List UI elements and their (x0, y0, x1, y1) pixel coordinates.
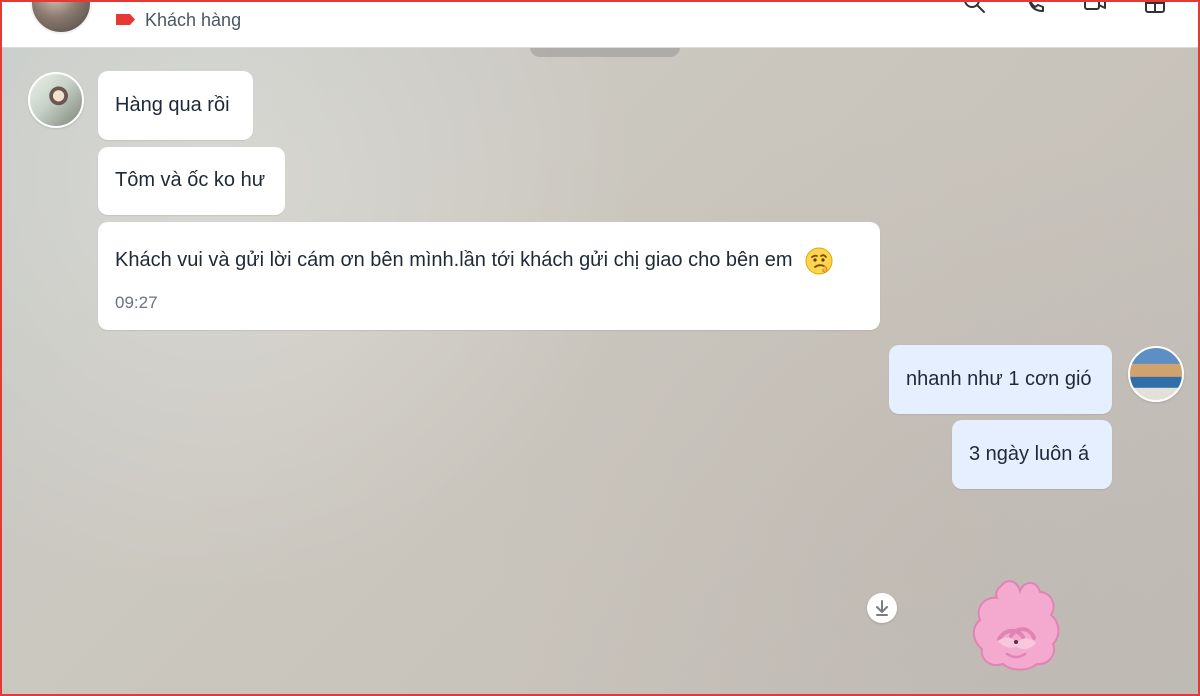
message-time: 09:27 (115, 293, 158, 312)
message-text: Tôm và ốc ko hư (115, 169, 266, 191)
incoming-message[interactable]: Tôm và ốc ko hư (98, 147, 285, 215)
message-text: 3 ngày luôn á (969, 443, 1090, 465)
call-icon[interactable] (1022, 0, 1048, 16)
chat-area[interactable]: Hàng qua rồi Tôm và ốc ko hư Khách vui v… (2, 48, 1198, 694)
customer-avatar[interactable] (28, 72, 84, 128)
message-text: Hàng qua rồi (115, 94, 230, 116)
layout-icon[interactable] (1142, 0, 1168, 16)
pink-bunny-sticker[interactable] (967, 576, 1063, 674)
contact-avatar[interactable] (30, 2, 92, 34)
header-tools (962, 0, 1168, 16)
incoming-message[interactable]: Hàng qua rồi (98, 71, 253, 140)
app-frame: Khách hàng Hàng qua rồi Tôm và ốc ko hư … (0, 0, 1200, 696)
search-icon[interactable] (962, 0, 988, 16)
agent-avatar[interactable] (1128, 346, 1184, 402)
video-icon[interactable] (1082, 0, 1108, 16)
contact-label[interactable]: Khách hàng (145, 10, 241, 31)
thinking-face-icon (805, 247, 833, 275)
download-icon[interactable] (867, 593, 897, 623)
incoming-message[interactable]: Khách vui và gửi lời cám ơn bên mình.lần… (98, 222, 880, 330)
outgoing-message[interactable]: nhanh như 1 cơn gió (889, 345, 1112, 414)
date-separator (530, 48, 680, 57)
outgoing-message[interactable]: 3 ngày luôn á (952, 420, 1112, 489)
label-tag-icon (116, 14, 135, 25)
chat-header: Khách hàng (2, 2, 1198, 48)
message-text: nhanh như 1 cơn gió (906, 368, 1092, 390)
message-text: Khách vui và gửi lời cám ơn bên mình.lần… (115, 249, 793, 272)
